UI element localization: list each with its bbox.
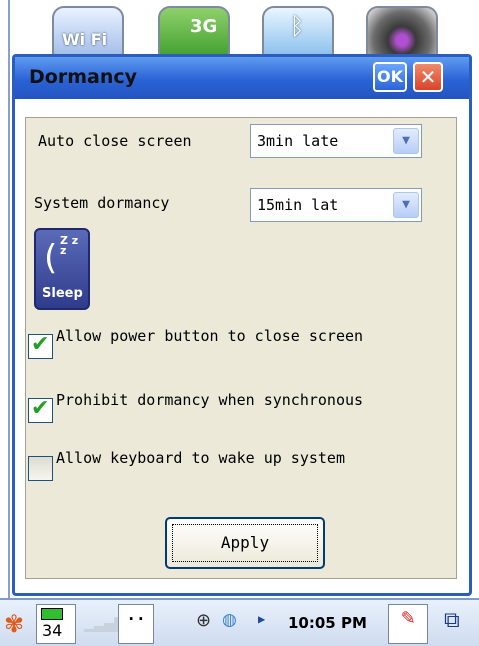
desktop-area: Wi Fi 3G ᛒ [0,0,479,64]
left-edge-rule [8,0,10,598]
keyboard-wake-label: Allow keyboard to wake up system [56,449,345,467]
windows-icon[interactable]: ⧉ [444,608,460,633]
power-button-checkbox[interactable]: ✔ [28,332,53,359]
dormancy-dialog: Dormancy OK ✕ Auto close screen 3min lat… [12,54,472,596]
auto-close-label: Auto close screen [38,132,192,150]
system-dormancy-label: System dormancy [34,194,170,212]
chevron-down-icon[interactable]: ▼ [393,192,419,218]
power-button-label: Allow power button to close screen [56,327,364,345]
system-dormancy-value: 15min lat [257,196,339,214]
sleep-icon[interactable]: ( Z z z Sleep [34,228,90,310]
auto-close-select[interactable]: 3min late ▼ [250,124,422,158]
battery-fill [41,608,63,620]
keyboard-wake-checkbox[interactable] [28,456,53,481]
zz-text: Z z z [60,234,79,257]
settings-panel: Auto close screen 3min late ▼ System dor… [25,117,457,579]
check-icon: ✔ [31,396,50,421]
apply-label: Apply [220,533,270,552]
auto-close-value: 3min late [257,132,339,150]
dialog-title: Dormancy [29,66,137,88]
chevron-down-icon[interactable]: ▼ [393,128,419,154]
prohibit-dormancy-checkbox[interactable]: ✔ [28,396,53,423]
network-icon[interactable]: ◍ [222,610,237,630]
battery-icon[interactable]: 34 [36,604,76,644]
battery-level: 34 [42,621,63,640]
dots-indicator[interactable]: .. [118,604,154,644]
apply-button[interactable]: Apply [165,517,325,569]
prohibit-dormancy-label: Prohibit dormancy when synchronous [56,391,364,409]
title-bar: Dormancy OK ✕ [15,57,469,99]
sync-icon[interactable]: ⊕ [196,610,211,631]
ok-button[interactable]: OK [373,62,407,92]
check-icon: ✔ [31,332,50,357]
clock[interactable]: 10:05 PM [288,614,367,632]
sleep-label: Sleep [42,286,83,301]
pen-icon[interactable]: ✎ [388,604,428,644]
moon-icon: ( [44,238,58,278]
3g-label: 3G [190,16,218,37]
taskbar: ✾ 34 ▁▂▃▅ .. ⊕ ◍ ▶ 10:05 PM ✎ ⧉ [0,598,479,646]
wifi-label: Wi Fi [62,30,108,49]
expand-arrow-icon[interactable]: ▶ [258,612,265,626]
bluetooth-label: ᛒ [290,12,305,40]
start-flag-icon[interactable]: ✾ [4,610,24,638]
system-dormancy-select[interactable]: 15min lat ▼ [250,188,422,222]
close-button[interactable]: ✕ [413,62,443,92]
